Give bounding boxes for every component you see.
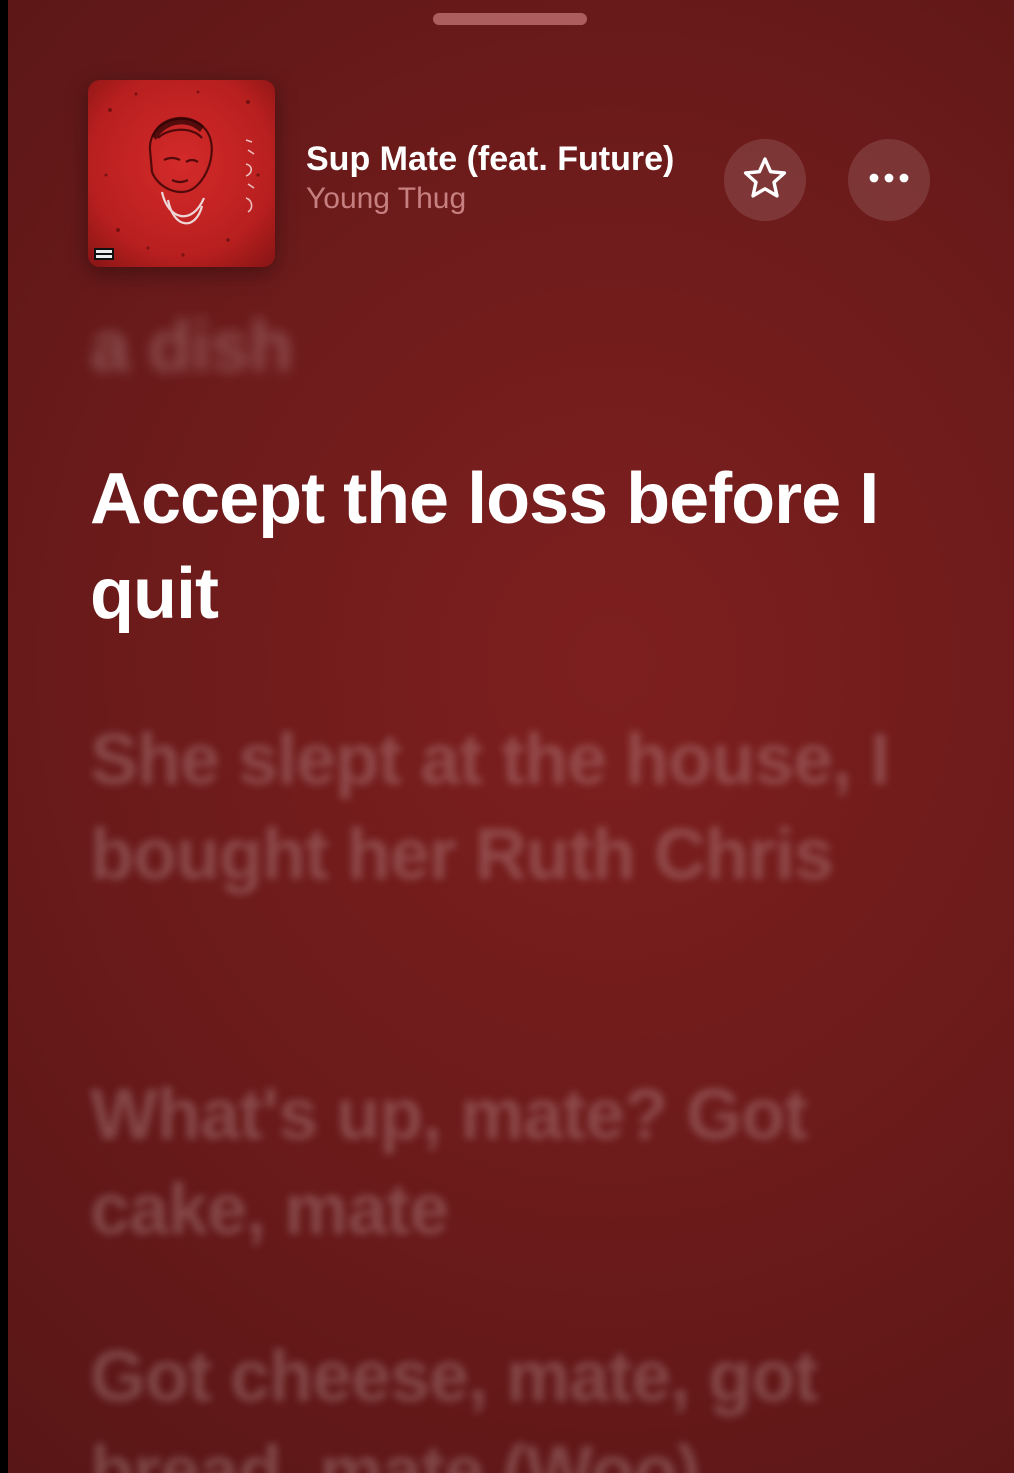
more-options-button[interactable] [848,139,930,221]
lyric-line-upcoming[interactable]: Got cheese, mate, got bread, mate (Woo) [90,1330,950,1473]
artist-name[interactable]: Young Thug [306,182,466,216]
favorite-button[interactable] [724,139,806,221]
lyric-line-upcoming[interactable]: What's up, mate? Got cake, mate [90,1068,950,1258]
ellipsis-icon [867,171,911,189]
lyric-line-previous[interactable]: a dish [90,300,950,395]
album-artwork[interactable] [88,80,275,267]
lyric-line-upcoming[interactable]: She slept at the house, I bought her Rut… [90,713,950,903]
lyric-line-current[interactable]: Accept the loss before I quit [90,452,950,642]
song-title[interactable]: Sup Mate (feat. Future) [306,140,674,179]
sheet-grabber-handle[interactable] [433,13,587,25]
lyrics-screen: Sup Mate (feat. Future) Young Thug a dis… [8,0,1014,1473]
star-icon [741,154,789,207]
